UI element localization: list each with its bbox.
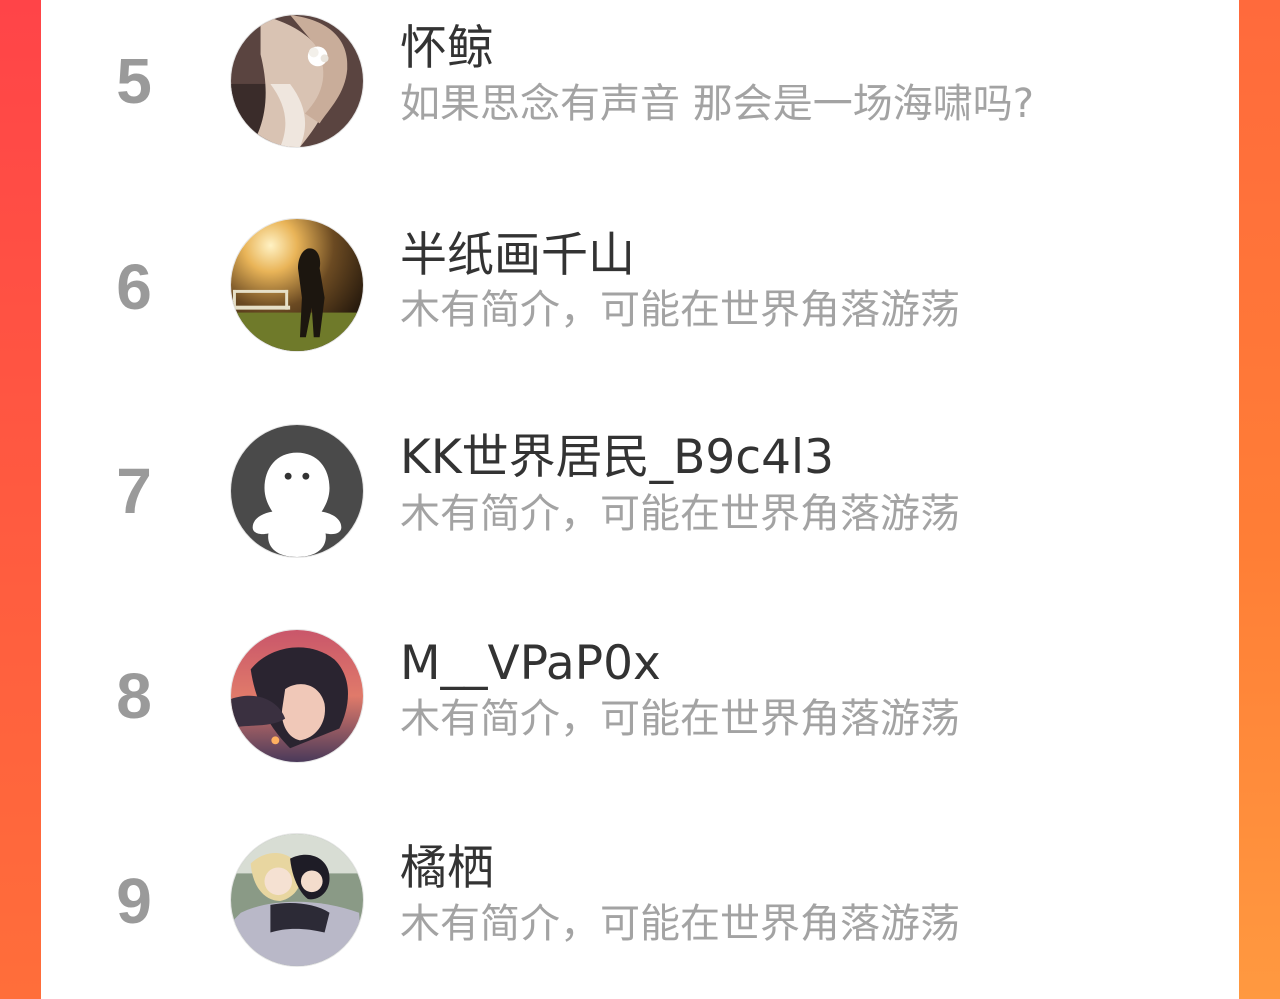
anime-portrait-avatar-icon	[231, 630, 363, 762]
ranking-list: 5 怀鲸 如果思念有声音 那会是一场海啸吗? 6 半纸画千山 木有简介，可能在世…	[41, 0, 1239, 999]
user-name[interactable]: KK世界居民_B9c4l3	[400, 430, 834, 486]
ranking-row[interactable]: 6 半纸画千山 木有简介，可能在世界角落游荡	[41, 205, 1239, 410]
user-avatar[interactable]	[230, 14, 364, 148]
user-avatar[interactable]	[230, 218, 364, 352]
left-accent-border	[0, 0, 41, 999]
ranking-row[interactable]: 5 怀鲸 如果思念有声音 那会是一场海啸吗?	[41, 0, 1239, 205]
rank-number: 5	[116, 45, 152, 117]
user-bio: 如果思念有声音 那会是一场海啸吗?	[400, 81, 1034, 127]
user-bio: 木有简介，可能在世界角落游荡	[400, 287, 960, 333]
rank-number: 8	[116, 660, 152, 732]
right-accent-border	[1239, 0, 1280, 999]
stadium-sunset-avatar-icon	[231, 219, 363, 351]
user-bio: 木有简介，可能在世界角落游荡	[400, 901, 960, 947]
rank-number: 6	[116, 251, 152, 323]
rank-number: 7	[116, 455, 152, 527]
anime-couple-avatar-icon	[231, 834, 363, 966]
girl-hair-flower-avatar-icon	[231, 15, 363, 147]
user-name[interactable]: 橘栖	[400, 841, 494, 897]
user-name[interactable]: M__VPaP0x	[400, 636, 661, 692]
user-bio: 木有简介，可能在世界角落游荡	[400, 696, 960, 742]
user-avatar[interactable]	[230, 424, 364, 558]
user-bio: 木有简介，可能在世界角落游荡	[400, 491, 960, 537]
user-name[interactable]: 半纸画千山	[400, 228, 635, 284]
ranking-row[interactable]: 8 M__VPaP0x 木有简介，可能在世界角落游荡	[41, 615, 1239, 820]
user-avatar[interactable]	[230, 833, 364, 967]
rank-number: 9	[116, 865, 152, 937]
ranking-row[interactable]: 9 橘栖 木有简介，可能在世界角落游荡	[41, 820, 1239, 999]
user-name[interactable]: 怀鲸	[400, 21, 494, 77]
user-avatar[interactable]	[230, 629, 364, 763]
default-ghost-avatar-icon	[231, 425, 363, 557]
ranking-row[interactable]: 7 KK世界居民_B9c4l3 木有简介，可能在世界角落游荡	[41, 410, 1239, 615]
